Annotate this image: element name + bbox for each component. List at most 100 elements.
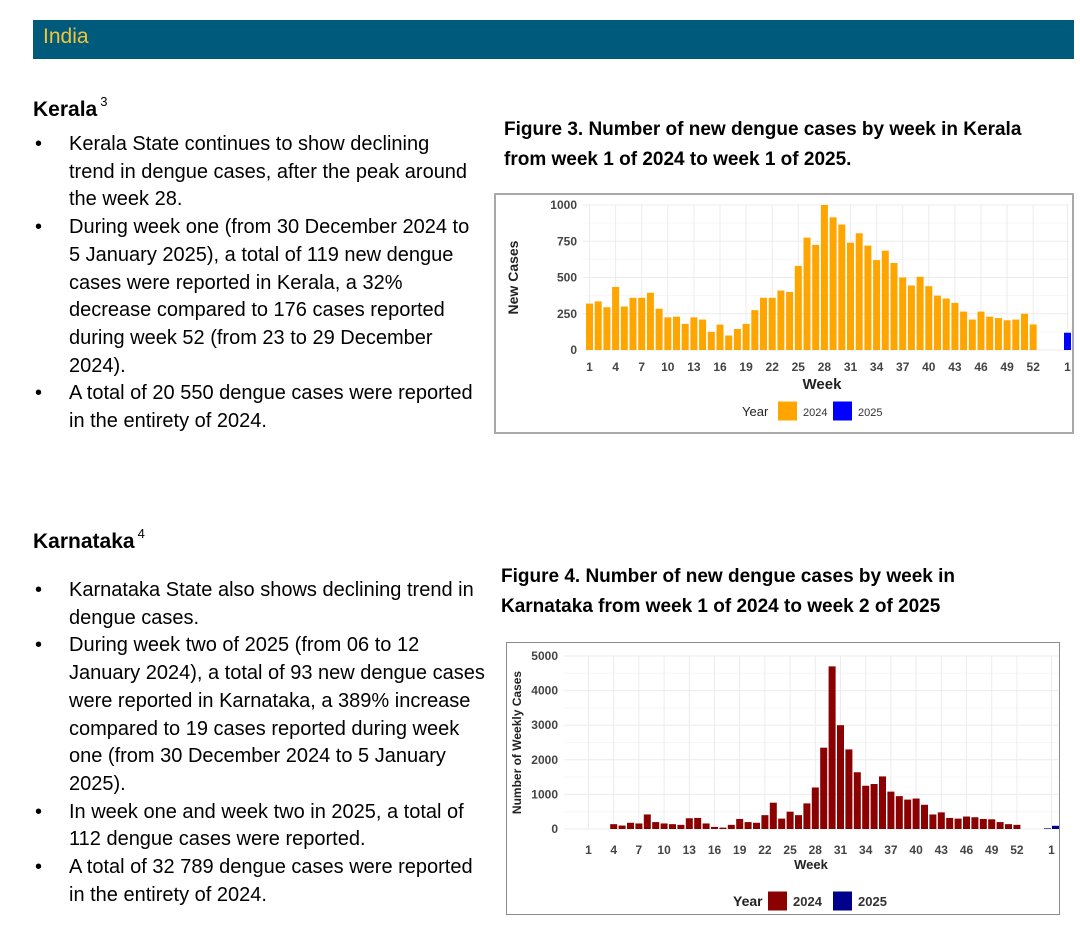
y-axis-title: Number of Weekly Cases	[510, 671, 524, 814]
bar-2024-week-39	[904, 799, 912, 829]
bar-2024-week-18	[733, 328, 741, 350]
kerala-bullet-list: Kerala State continues to show declining…	[33, 131, 478, 436]
kerala-chart-svg: 0 250 500 750 1000 1 4 7 10 13 16 19 22 25 28 31 34 37 40 4…	[505, 198, 1071, 421]
chart-legend: Year 2024 2025	[733, 891, 887, 911]
karnataka-footnote-ref: 4	[137, 526, 145, 541]
bar-2024-week-5	[618, 825, 626, 829]
x-tick-label: 40	[909, 843, 923, 857]
x-tick-label: 37	[896, 360, 910, 374]
bar-2024-week-8	[643, 814, 651, 829]
bar-2024-week-33	[864, 245, 872, 350]
y-tick-label: 0	[570, 343, 577, 357]
bar-2024-week-43	[951, 302, 959, 350]
bar-2024-week-24	[778, 818, 786, 829]
bar-2024-week-27	[803, 803, 811, 829]
karnataka-section-title: Karnataka 4	[33, 526, 145, 554]
legend-label-2025: 2025	[858, 407, 882, 419]
bar-2024-week-51	[1005, 824, 1012, 829]
bar-2024-week-7	[638, 297, 646, 350]
bar-2024-week-12	[681, 323, 689, 350]
legend-title: Year	[733, 893, 763, 909]
kerala-bullet-1: Kerala State continues to show declining…	[33, 131, 478, 214]
bar-2024-week-45	[954, 818, 962, 829]
y-tick-label: 0	[551, 822, 558, 836]
bar-2024-week-36	[890, 263, 898, 350]
bar-2024-week-13	[690, 317, 698, 350]
x-tick-label: 7	[636, 843, 643, 857]
kerala-figure-caption: Figure 3. Number of new dengue cases by …	[504, 115, 1074, 175]
chart-plot-area: 0 1000 2000 3000 4000 5000 1 4 7 10 13 16 19 22 25 28 31…	[510, 649, 1059, 872]
bar-2024-week-36	[879, 776, 886, 829]
bar-2024-week-15	[702, 823, 710, 829]
x-tick-label: 25	[783, 843, 797, 857]
bar-2024-week-23	[769, 802, 777, 829]
bar-2024-week-20	[751, 310, 759, 350]
x-tick-label: 28	[809, 843, 823, 857]
x-tick-label: 40	[922, 360, 936, 374]
bar-2024-week-19	[736, 818, 744, 829]
bar-2024-week-8	[646, 292, 654, 350]
kerala-title: Kerala	[33, 98, 98, 121]
legend-label-2024: 2024	[803, 407, 827, 419]
bar-2024-week-49	[1003, 320, 1011, 350]
bar-2024-week-38	[895, 796, 903, 829]
bar-2024-week-34	[862, 785, 870, 829]
kerala-caption-line2: from week 1 of 2024 to week 1 of 2025.	[504, 149, 852, 170]
bar-2024-week-16	[711, 826, 718, 829]
bar-2024-week-47	[971, 817, 979, 829]
country-banner: India	[33, 20, 1074, 59]
x-tick-label: 7	[638, 360, 645, 374]
x-tick-label: 1	[586, 360, 593, 374]
bar-2024-week-18	[727, 824, 735, 829]
bar-2024-week-31	[847, 242, 854, 350]
y-tick-label: 5000	[531, 649, 558, 663]
bar-2024-week-33	[853, 772, 861, 829]
x-tick-label-2025: 1	[1048, 843, 1055, 857]
bar-2024-week-23	[777, 290, 785, 350]
bar-2024-week-22	[768, 297, 776, 350]
country-title: India	[43, 25, 89, 48]
x-tick-label: 25	[792, 360, 806, 374]
bar-2024-week-31	[837, 725, 844, 829]
bar-2024-week-32	[845, 749, 853, 829]
legend-swatch-2024	[778, 401, 797, 421]
bar-2024-week-17	[725, 335, 733, 350]
karnataka-bullet-2: During week two of 2025 (from 06 to 12 J…	[33, 632, 488, 798]
bar-2024-week-42	[929, 814, 937, 829]
bar-2024-week-49	[988, 819, 996, 829]
y-tick-label: 250	[557, 307, 577, 321]
x-tick-label: 4	[610, 843, 617, 857]
legend-swatch-2025	[833, 891, 852, 911]
karnataka-caption-line2: Karnataka from week 1 of 2024 to week 2 …	[501, 596, 941, 617]
x-tick-label: 22	[766, 360, 780, 374]
kerala-footnote-ref: 3	[100, 94, 108, 109]
bar-2024-week-17	[719, 827, 727, 829]
y-tick-label: 2000	[531, 753, 558, 767]
bar-2024-week-45	[968, 319, 976, 350]
bar-2024-week-5	[620, 306, 628, 350]
y-tick-label: 500	[557, 271, 577, 285]
kerala-chart: 0 250 500 750 1000 1 4 7 10 13 16 19 22 25 28 31 34 37 40 4…	[494, 193, 1074, 434]
legend-title: Year	[742, 404, 769, 419]
bar-2024-week-51	[1021, 313, 1028, 350]
x-tick-label: 43	[935, 843, 949, 857]
x-tick-label: 4	[612, 360, 619, 374]
y-tick-label: 1000	[550, 198, 577, 212]
karnataka-caption-line1: Figure 4. Number of new dengue cases by …	[501, 566, 956, 587]
bar-2024-week-30	[838, 224, 846, 350]
bar-2024-week-13	[685, 818, 693, 829]
bar-2024-week-29	[820, 747, 828, 829]
bar-2024-week-44	[960, 311, 968, 350]
bar-2024-week-34	[873, 260, 881, 350]
x-tick-label-2025: 1	[1064, 360, 1071, 374]
bar-2024-week-24	[786, 292, 794, 350]
legend-label-2024: 2024	[793, 894, 823, 909]
x-tick-label: 52	[1027, 360, 1041, 374]
x-tick-label: 28	[818, 360, 832, 374]
bar-2024-week-41	[921, 804, 928, 829]
bar-2024-week-10	[664, 317, 672, 350]
legend-swatch-2025	[833, 401, 852, 421]
bar-2024-week-42	[942, 298, 950, 350]
karnataka-bullet-3: In week one and week two in 2025, a tota…	[33, 799, 488, 854]
bar-2024-week-44	[946, 817, 954, 829]
